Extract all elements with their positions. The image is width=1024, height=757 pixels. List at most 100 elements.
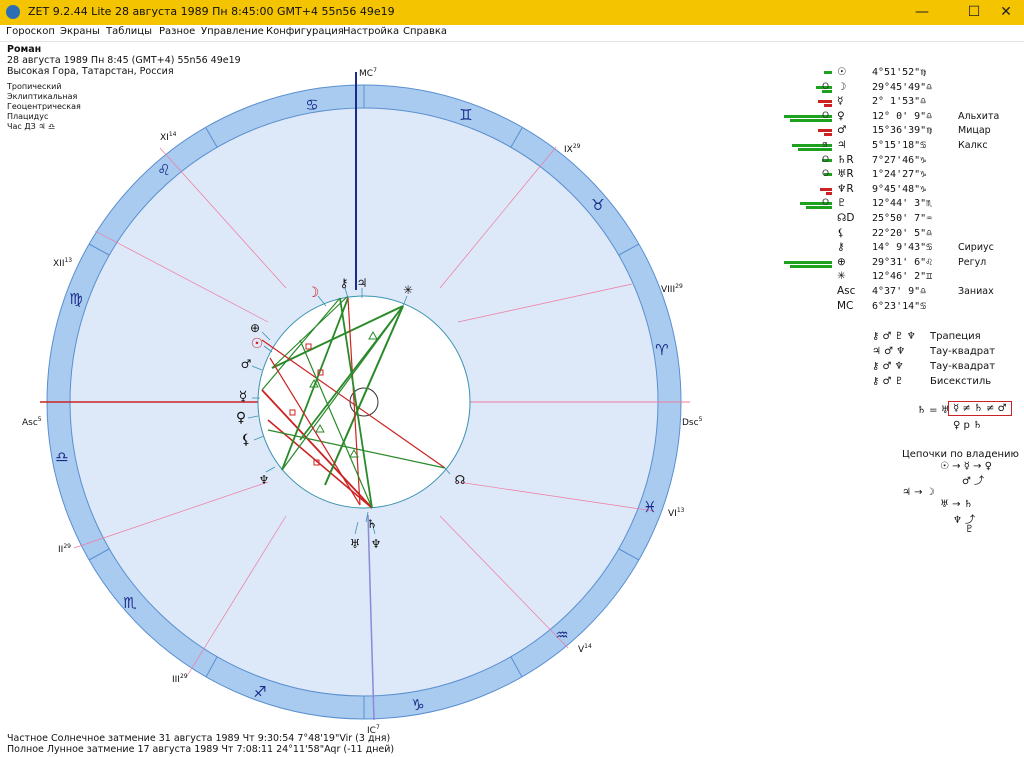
position-star: Сириус bbox=[958, 242, 994, 254]
sign-leo: ♌ bbox=[157, 161, 170, 179]
strength-bar bbox=[826, 191, 832, 195]
position-row[interactable]: ♂ 15°36'39"♍ Мицар bbox=[780, 124, 1020, 138]
svg-text:III29: III29 bbox=[172, 673, 188, 685]
position-value: 29°31' 6"♌ bbox=[872, 256, 933, 268]
sun-glyph: ☉ bbox=[251, 336, 264, 352]
sign-taurus: ♉ bbox=[591, 196, 604, 214]
sign-libra: ♎ bbox=[55, 448, 68, 466]
position-row[interactable]: ϧ ♃ 5°15'18"♋ Калкс bbox=[780, 139, 1020, 153]
sign-virgo: ♍ bbox=[69, 290, 82, 308]
selena-glyph: ✳ bbox=[403, 283, 413, 297]
position-value: 9°45'48"♑ bbox=[872, 183, 927, 195]
position-mark: O bbox=[822, 81, 830, 92]
position-mark: O bbox=[822, 169, 830, 180]
position-row[interactable]: O ♀ 12° 0' 9"♎ Альхита bbox=[780, 110, 1020, 124]
menu-screens[interactable]: Экраны bbox=[60, 26, 100, 37]
house-iii: III bbox=[172, 675, 180, 685]
position-row[interactable]: MC 6°23'14"♋ bbox=[780, 300, 1020, 314]
close-button[interactable]: ✕ bbox=[988, 2, 1024, 22]
position-row[interactable]: O ♅R 1°24'27"♑ bbox=[780, 168, 1020, 182]
strength-bar bbox=[824, 104, 832, 108]
position-symbol: Asc bbox=[837, 285, 856, 297]
position-value: 4°37' 9"♎ bbox=[872, 286, 927, 297]
chain-line-4: ♅ → ♄ bbox=[940, 499, 973, 510]
dsc-label: Dsc bbox=[682, 418, 699, 428]
position-value: 29°45'49"♎ bbox=[872, 81, 933, 93]
aspect-pattern-row[interactable]: ⚷ ♂ ♆ Тау-квадрат bbox=[872, 361, 995, 372]
position-row[interactable]: ☊D 25°50' 7"♒ bbox=[780, 212, 1020, 226]
position-mark: O bbox=[822, 110, 830, 121]
chiron-glyph: ⚷ bbox=[340, 276, 349, 290]
menu-horoscope[interactable]: Гороскоп bbox=[6, 26, 55, 37]
menu-help[interactable]: Справка bbox=[403, 26, 447, 37]
position-row[interactable]: O ♇ 12°44' 3"♏ bbox=[780, 197, 1020, 211]
position-symbol: ☉ bbox=[837, 66, 847, 78]
sign-scorpio: ♏ bbox=[123, 594, 137, 612]
position-symbol: ✳ bbox=[837, 270, 846, 283]
mars-glyph: ♂ bbox=[241, 357, 252, 371]
svg-text:XI14: XI14 bbox=[160, 131, 177, 143]
strength-bar bbox=[818, 129, 832, 133]
moon-glyph: ☽ bbox=[307, 285, 320, 301]
uranus-glyph: ♅ bbox=[350, 537, 361, 551]
position-mark: O bbox=[822, 198, 830, 209]
sign-pisces: ♓ bbox=[643, 498, 656, 516]
position-row[interactable]: ☿ 2° 1'53"♎ bbox=[780, 95, 1020, 109]
svg-text:MC7: MC7 bbox=[359, 67, 377, 79]
formula-below: ♀ p ♄ bbox=[953, 420, 982, 431]
house-ix: IX bbox=[564, 145, 573, 155]
aspect-pattern-row[interactable]: ♃ ♂ ♆ Тау-квадрат bbox=[872, 346, 995, 357]
menu-tables[interactable]: Таблицы bbox=[106, 26, 152, 37]
maximize-button[interactable]: ☐ bbox=[956, 2, 992, 22]
menu-configuration[interactable]: Конфигурация bbox=[266, 26, 344, 37]
position-symbol: ⊕ bbox=[837, 255, 846, 268]
menu-control[interactable]: Управление bbox=[201, 26, 264, 37]
sign-capricorn: ♑ bbox=[411, 696, 424, 714]
position-row[interactable]: ⚷ 14° 9'43"♋ Сириус bbox=[780, 241, 1020, 255]
position-row[interactable]: Asc 4°37' 9"♎ Заниах bbox=[780, 285, 1020, 299]
position-row[interactable]: O ♄R 7°27'46"♑ bbox=[780, 154, 1020, 168]
jupiter-glyph: ♃ bbox=[357, 276, 368, 290]
position-value: 4°51'52"♍ bbox=[872, 67, 927, 78]
position-value: 14° 9'43"♋ bbox=[872, 242, 933, 254]
position-row[interactable]: ♆R 9°45'48"♑ bbox=[780, 183, 1020, 197]
chains-title: Цепочки по владению bbox=[902, 449, 1019, 460]
neptune-glyph: ♆ bbox=[371, 537, 382, 551]
position-symbol: ♃ bbox=[837, 139, 847, 151]
position-star: Альхита bbox=[958, 110, 1000, 122]
strength-bar bbox=[824, 133, 832, 137]
position-symbol: ☊D bbox=[837, 212, 855, 224]
aspect-pattern-row[interactable]: ⚷ ♂ ♇ ♆ Трапеция bbox=[872, 331, 981, 342]
aspect-pattern-row[interactable]: ⚷ ♂ ♇ Бисекстиль bbox=[872, 376, 991, 387]
position-symbol: ♆R bbox=[837, 182, 854, 195]
position-row[interactable]: ✳ 12°46' 2"♊ bbox=[780, 270, 1020, 284]
sign-cancer: ♋ bbox=[305, 96, 318, 114]
position-value: 12°44' 3"♏ bbox=[872, 198, 933, 210]
position-row[interactable]: O ☽ 29°45'49"♎ bbox=[780, 81, 1020, 95]
position-row[interactable]: ⚸ 22°20' 5"♎ bbox=[780, 227, 1020, 241]
node-glyph: ☊ bbox=[455, 473, 466, 487]
house-xii: XII bbox=[53, 259, 64, 269]
menu-bar: Гороскоп Экраны Таблицы Разное Управлени… bbox=[0, 25, 1024, 42]
strength-bar bbox=[820, 187, 832, 191]
lilith-glyph: ⚸ bbox=[241, 432, 251, 448]
minimize-button[interactable]: — bbox=[904, 2, 940, 22]
position-value: 25°50' 7"♒ bbox=[872, 213, 933, 224]
pluto-glyph: ♆ bbox=[259, 473, 270, 487]
position-row[interactable]: ☉ 4°51'52"♍ bbox=[780, 66, 1020, 80]
svg-text:II29: II29 bbox=[58, 543, 71, 555]
svg-text:Dsc5: Dsc5 bbox=[682, 416, 703, 428]
strength-bar bbox=[784, 260, 832, 264]
horoscope-wheel[interactable]: ♋ ♊ ♉ ♈ ♓ ♒ ♑ ♐ ♏ ♎ ♍ ♌ XI14 IX29 XII13 … bbox=[0, 42, 720, 742]
menu-settings[interactable]: Настройка bbox=[343, 26, 399, 37]
position-row[interactable]: ⊕ 29°31' 6"♌ Регул bbox=[780, 256, 1020, 270]
position-symbol: ⚸ bbox=[837, 226, 845, 239]
chain-line-1: ☉ → ☿ → ♀ bbox=[940, 461, 992, 472]
position-value: 22°20' 5"♎ bbox=[872, 227, 933, 239]
svg-text:VI13: VI13 bbox=[668, 507, 685, 519]
position-value: 2° 1'53"♎ bbox=[872, 96, 927, 108]
mercury-glyph: ☿ bbox=[239, 389, 248, 405]
position-value: 7°27'46"♑ bbox=[872, 154, 927, 166]
sign-sagittarius: ♐ bbox=[253, 683, 266, 701]
menu-misc[interactable]: Разное bbox=[159, 26, 195, 37]
